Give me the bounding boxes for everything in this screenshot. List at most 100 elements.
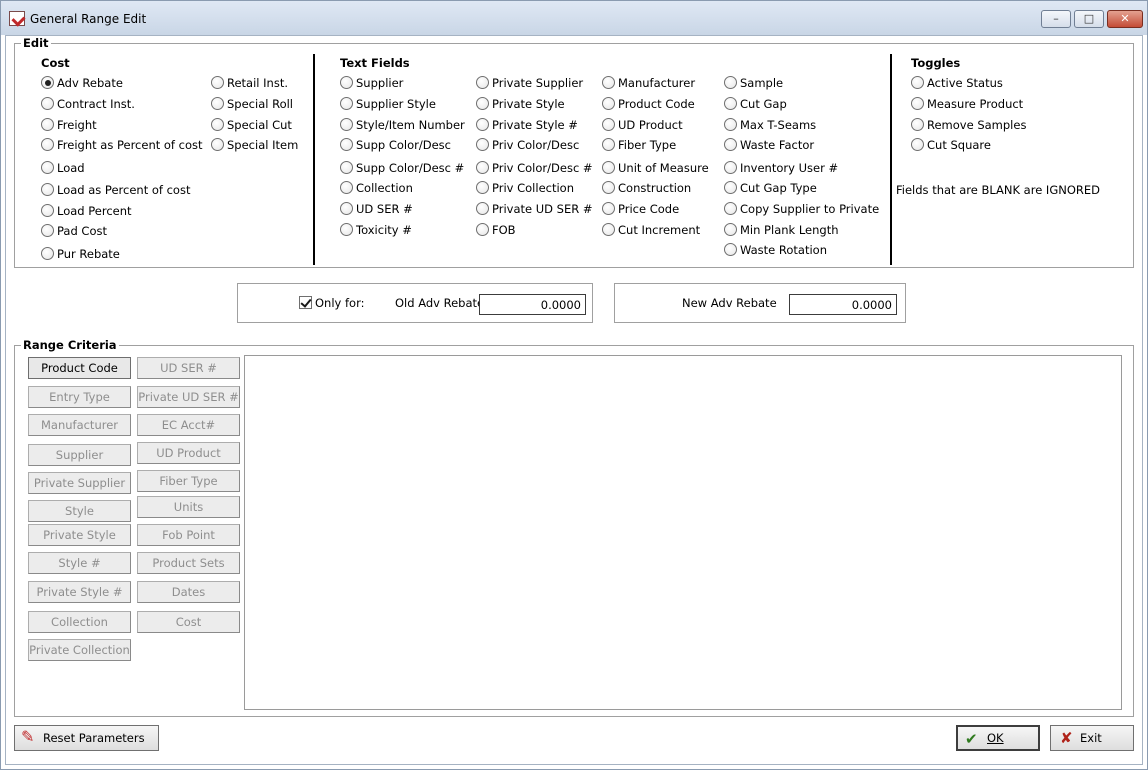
- range-style-button[interactable]: Style #: [28, 552, 131, 574]
- reset-parameters-button[interactable]: ✎ Reset Parameters: [14, 725, 159, 751]
- cost-option-freight[interactable]: Freight: [41, 118, 97, 134]
- text-field-option-toxicity[interactable]: Toxicity #: [340, 223, 412, 239]
- radio-icon[interactable]: [340, 118, 353, 131]
- text-field-option-supp-color-desc[interactable]: Supp Color/Desc #: [340, 161, 464, 177]
- radio-icon[interactable]: [602, 202, 615, 215]
- radio-icon[interactable]: [340, 76, 353, 89]
- range-private-collection-button[interactable]: Private Collection: [28, 639, 131, 661]
- text-field-option-copy-supplier-to-private[interactable]: Copy Supplier to Private: [724, 202, 879, 218]
- range-dates-button[interactable]: Dates: [137, 581, 240, 603]
- text-field-option-fiber-type[interactable]: Fiber Type: [602, 138, 676, 154]
- text-field-option-priv-color-desc[interactable]: Priv Color/Desc: [476, 138, 579, 154]
- range-ud-ser-button[interactable]: UD SER #: [137, 357, 240, 379]
- text-field-option-collection[interactable]: Collection: [340, 181, 413, 197]
- radio-icon[interactable]: [41, 76, 54, 89]
- radio-icon[interactable]: [724, 223, 737, 236]
- range-product-code-button[interactable]: Product Code: [28, 357, 131, 379]
- text-field-option-construction[interactable]: Construction: [602, 181, 691, 197]
- radio-icon[interactable]: [41, 224, 54, 237]
- radio-icon[interactable]: [602, 118, 615, 131]
- radio-icon[interactable]: [476, 161, 489, 174]
- range-private-supplier-button[interactable]: Private Supplier: [28, 472, 131, 494]
- radio-icon[interactable]: [41, 138, 54, 151]
- radio-icon[interactable]: [476, 138, 489, 151]
- text-field-option-waste-rotation[interactable]: Waste Rotation: [724, 243, 827, 259]
- radio-icon[interactable]: [211, 118, 224, 131]
- radio-icon[interactable]: [41, 183, 54, 196]
- cost-option-pur-rebate[interactable]: Pur Rebate: [41, 247, 120, 263]
- range-private-style-button[interactable]: Private Style: [28, 524, 131, 546]
- close-icon[interactable]: ✕: [1107, 10, 1143, 28]
- radio-icon[interactable]: [602, 223, 615, 236]
- text-field-option-private-ud-ser[interactable]: Private UD SER #: [476, 202, 593, 218]
- range-private-ud-ser-button[interactable]: Private UD SER #: [137, 386, 240, 408]
- text-field-option-min-plank-length[interactable]: Min Plank Length: [724, 223, 839, 239]
- radio-icon[interactable]: [340, 181, 353, 194]
- text-field-option-unit-of-measure[interactable]: Unit of Measure: [602, 161, 709, 177]
- radio-icon[interactable]: [602, 181, 615, 194]
- text-field-option-cut-gap[interactable]: Cut Gap: [724, 97, 787, 113]
- text-field-option-priv-collection[interactable]: Priv Collection: [476, 181, 574, 197]
- cost-option-freight-as-percent-of-cost[interactable]: Freight as Percent of cost: [41, 138, 203, 154]
- only-for-checkbox[interactable]: Only for:: [299, 296, 364, 310]
- radio-icon[interactable]: [724, 97, 737, 110]
- radio-icon[interactable]: [211, 97, 224, 110]
- range-ec-acct-button[interactable]: EC Acct#: [137, 414, 240, 436]
- text-field-option-manufacturer[interactable]: Manufacturer: [602, 76, 695, 92]
- cost-option-pad-cost[interactable]: Pad Cost: [41, 224, 107, 240]
- range-units-button[interactable]: Units: [137, 496, 240, 518]
- cost-option-contract-inst[interactable]: Contract Inst.: [41, 97, 135, 113]
- range-fob-point-button[interactable]: Fob Point: [137, 524, 240, 546]
- text-field-option-cut-gap-type[interactable]: Cut Gap Type: [724, 181, 817, 197]
- range-collection-button[interactable]: Collection: [28, 611, 131, 633]
- radio-icon[interactable]: [602, 161, 615, 174]
- radio-icon[interactable]: [911, 76, 924, 89]
- radio-icon[interactable]: [911, 97, 924, 110]
- text-field-option-ud-product[interactable]: UD Product: [602, 118, 683, 134]
- maximize-icon[interactable]: □: [1074, 10, 1104, 28]
- radio-icon[interactable]: [724, 181, 737, 194]
- text-field-option-private-supplier[interactable]: Private Supplier: [476, 76, 583, 92]
- radio-icon[interactable]: [911, 118, 924, 131]
- radio-icon[interactable]: [340, 138, 353, 151]
- range-cost-button[interactable]: Cost: [137, 611, 240, 633]
- new-value-input[interactable]: 0.0000: [789, 294, 897, 315]
- minimize-icon[interactable]: –: [1041, 10, 1071, 28]
- range-style-button[interactable]: Style: [28, 500, 131, 522]
- cost-option-special-item[interactable]: Special Item: [211, 138, 298, 154]
- range-ud-product-button[interactable]: UD Product: [137, 442, 240, 464]
- text-field-option-sample[interactable]: Sample: [724, 76, 783, 92]
- text-field-option-ud-ser[interactable]: UD SER #: [340, 202, 413, 218]
- cost-option-adv-rebate[interactable]: Adv Rebate: [41, 76, 123, 92]
- cost-option-load[interactable]: Load: [41, 161, 85, 177]
- radio-icon[interactable]: [41, 161, 54, 174]
- radio-icon[interactable]: [211, 138, 224, 151]
- toggle-option-measure-product[interactable]: Measure Product: [911, 97, 1023, 113]
- text-field-option-cut-increment[interactable]: Cut Increment: [602, 223, 700, 239]
- radio-icon[interactable]: [911, 138, 924, 151]
- radio-icon[interactable]: [724, 243, 737, 256]
- text-field-option-waste-factor[interactable]: Waste Factor: [724, 138, 814, 154]
- radio-icon[interactable]: [724, 202, 737, 215]
- cost-option-load-as-percent-of-cost[interactable]: Load as Percent of cost: [41, 183, 190, 199]
- text-field-option-supp-color-desc[interactable]: Supp Color/Desc: [340, 138, 451, 154]
- range-manufacturer-button[interactable]: Manufacturer: [28, 414, 131, 436]
- radio-icon[interactable]: [724, 76, 737, 89]
- radio-icon[interactable]: [476, 202, 489, 215]
- checkbox-icon[interactable]: [299, 296, 312, 309]
- radio-icon[interactable]: [340, 97, 353, 110]
- text-field-option-fob[interactable]: FOB: [476, 223, 516, 239]
- range-supplier-button[interactable]: Supplier: [28, 444, 131, 466]
- text-field-option-style-item-number[interactable]: Style/Item Number: [340, 118, 465, 134]
- range-product-sets-button[interactable]: Product Sets: [137, 552, 240, 574]
- ok-button[interactable]: ✔ OK: [956, 725, 1040, 751]
- radio-icon[interactable]: [724, 118, 737, 131]
- radio-icon[interactable]: [41, 247, 54, 260]
- radio-icon[interactable]: [41, 118, 54, 131]
- radio-icon[interactable]: [602, 76, 615, 89]
- radio-icon[interactable]: [211, 76, 224, 89]
- old-value-input[interactable]: 0.0000: [479, 294, 586, 315]
- radio-icon[interactable]: [602, 97, 615, 110]
- toggle-option-active-status[interactable]: Active Status: [911, 76, 1003, 92]
- criteria-list[interactable]: [244, 355, 1122, 710]
